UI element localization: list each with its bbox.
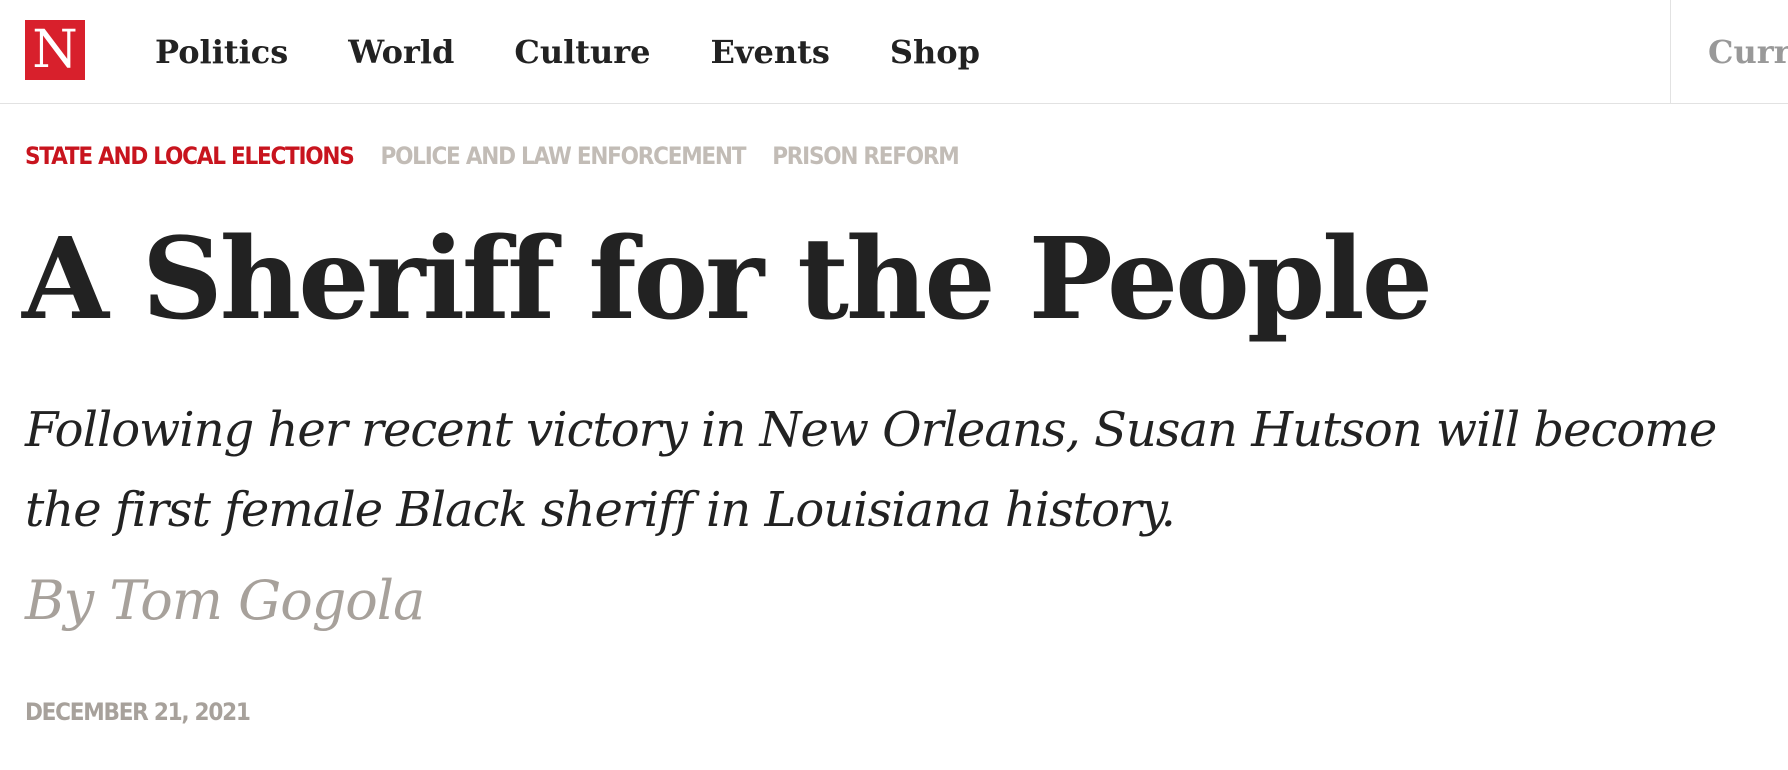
tag-police-and-law-enforcement[interactable]: POLICE AND LAW ENFORCEMENT [381,142,747,170]
article-dek: Following her recent victory in New Orle… [25,402,1717,538]
main-nav: Politics World Culture Events Shop [155,30,980,74]
nav-item-world[interactable]: World [348,30,454,74]
site-logo[interactable]: N [25,20,85,80]
byline: By Tom Gogola [25,566,425,636]
current-issue-link[interactable]: Curre [1708,30,1788,74]
nav-item-events[interactable]: Events [711,30,830,74]
tag-prison-reform[interactable]: PRISON REFORM [772,142,960,170]
nav-item-shop[interactable]: Shop [890,30,980,74]
byline-prefix: By [25,569,94,632]
article-tags: STATE AND LOCAL ELECTIONS POLICE AND LAW… [25,142,985,170]
author-link[interactable]: Tom Gogola [109,569,425,632]
nav-item-politics[interactable]: Politics [155,30,288,74]
header-divider [1670,0,1671,104]
tag-state-and-local-elections[interactable]: STATE AND LOCAL ELECTIONS [25,142,355,170]
publish-date: DECEMBER 21, 2021 [25,698,251,726]
nav-item-culture[interactable]: Culture [514,30,650,74]
site-header: N Politics World Culture Events Shop Cur… [0,0,1788,104]
article-headline: A Sheriff for the People [22,214,1433,345]
